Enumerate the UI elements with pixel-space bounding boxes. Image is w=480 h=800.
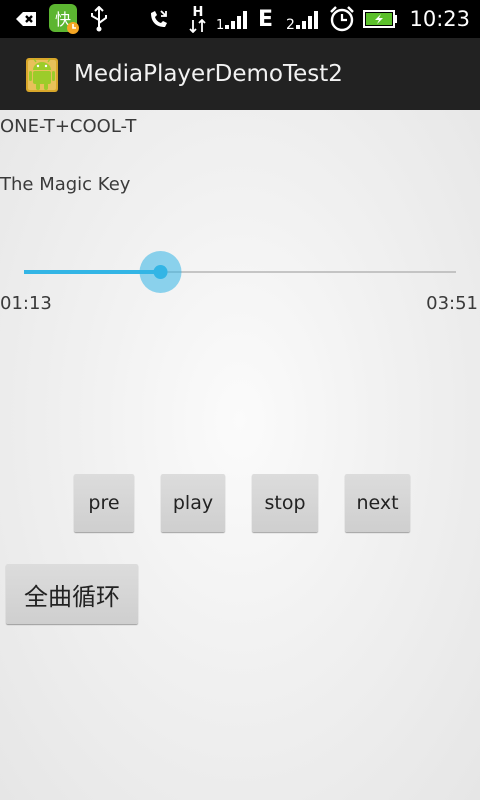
- android-app-icon: [22, 50, 62, 100]
- status-bar: 快 H 1 E 2 10:23: [0, 0, 480, 38]
- seek-bar[interactable]: [0, 250, 480, 294]
- seek-thumb: [153, 265, 168, 279]
- back-icon: [14, 0, 38, 38]
- battery-charging-icon: [363, 0, 399, 38]
- total-time: 03:51: [426, 293, 478, 314]
- loop-mode-button[interactable]: 全曲循环: [6, 564, 138, 624]
- track-title: The Magic Key: [0, 174, 131, 195]
- stop-button[interactable]: stop: [252, 474, 318, 532]
- next-button[interactable]: next: [345, 474, 410, 532]
- usb-icon: [88, 0, 110, 38]
- artist-name: ONE-T+COOL-T: [0, 116, 137, 137]
- svg-text:2: 2: [286, 17, 295, 31]
- player-content: ONE-T+COOL-T The Magic Key 01:13 03:51 p…: [0, 110, 480, 800]
- signal-icon: 1: [216, 0, 252, 38]
- svg-text:1: 1: [216, 18, 224, 31]
- app-title: MediaPlayerDemoTest2: [74, 61, 343, 87]
- action-bar: MediaPlayerDemoTest2: [0, 38, 480, 110]
- alarm-icon: [328, 0, 356, 38]
- previous-button[interactable]: pre: [74, 474, 134, 532]
- edge-icon: E: [258, 6, 274, 32]
- signal-2-icon: 2: [286, 0, 324, 38]
- data-hspa-icon: H: [188, 0, 208, 38]
- play-button[interactable]: play: [161, 474, 225, 532]
- status-time: 10:23: [409, 7, 470, 31]
- missed-call-icon: [148, 0, 170, 38]
- app-notification-icon: 快: [48, 0, 80, 38]
- current-time: 01:13: [0, 293, 52, 314]
